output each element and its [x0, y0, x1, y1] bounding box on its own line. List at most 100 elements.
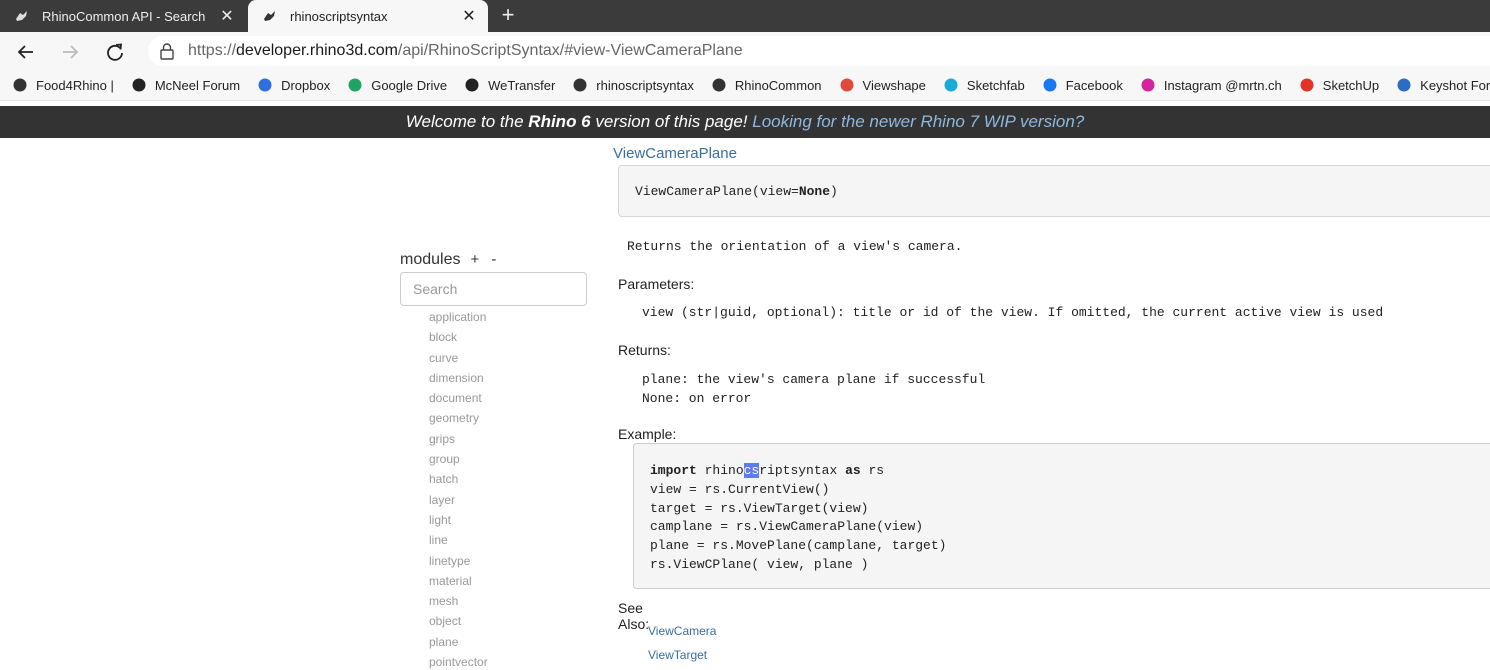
tab-title: rhinoscriptsyntax — [290, 8, 388, 24]
text-selection: cs — [743, 463, 760, 478]
code-line: target = rs.ViewTarget(view) — [650, 500, 869, 516]
code-keyword: as — [845, 463, 861, 478]
module-item[interactable]: object — [429, 613, 488, 633]
module-item[interactable]: layer — [429, 492, 488, 512]
module-item[interactable]: dimension — [429, 370, 488, 390]
instagram-icon — [1140, 77, 1156, 93]
module-item[interactable]: curve — [429, 350, 488, 370]
bookmark-item[interactable]: McNeel Forum — [131, 77, 240, 93]
bookmark-label: Dropbox — [281, 77, 331, 93]
code-line: import rhinocsriptsyntax as rs — [650, 462, 1490, 481]
function-title[interactable]: ViewCameraPlane — [613, 145, 737, 162]
see-also-link-viewcamera[interactable]: ViewCamera — [648, 624, 716, 638]
bookmark-item[interactable]: Food4Rhino | — [12, 77, 114, 93]
bookmark-label: rhinoscriptsyntax — [596, 77, 694, 93]
bookmark-item[interactable]: RhinoCommon — [711, 77, 822, 93]
bookmark-label: RhinoCommon — [734, 77, 822, 93]
back-button[interactable] — [13, 39, 39, 65]
tab-rhinoscriptsyntax[interactable]: rhinoscriptsyntax ✕ — [248, 0, 488, 32]
banner-version: Rhino 6 — [528, 112, 591, 131]
keyshot-icon — [1396, 77, 1412, 93]
code-text: riptsyntax — [759, 463, 846, 478]
code-keyword: import — [650, 463, 697, 478]
module-item[interactable]: line — [429, 532, 488, 552]
url-path: /api/RhinoScriptSyntax/#view-ViewCameraP… — [397, 42, 743, 59]
code-line: camplane = rs.ViewCameraPlane(view) — [650, 519, 924, 535]
rhino-icon — [14, 8, 30, 24]
module-list: application block curve dimension document ge… — [429, 309, 488, 670]
function-description: Returns the orientation of a view's came… — [627, 239, 963, 254]
code-line: view = rs.CurrentView() — [650, 481, 830, 497]
module-item[interactable]: linetype — [429, 553, 488, 573]
url-host: developer.rhino3d.com — [236, 42, 398, 59]
modules-title: modules — [400, 251, 461, 268]
bookmark-item[interactable]: Viewshape — [839, 77, 926, 93]
rhino-icon — [262, 8, 278, 24]
bookmark-item[interactable]: Keyshot Forum — [1396, 77, 1490, 93]
bookmark-label: Viewshape — [862, 77, 926, 93]
example-code-block[interactable]: import rhinocsriptsyntax as rs view = rs… — [633, 443, 1490, 589]
expand-collapse-toggle[interactable]: + - — [470, 251, 500, 268]
bookmark-label: Google Drive — [371, 77, 448, 93]
newer-version-link[interactable]: Looking for the newer Rhino 7 WIP versio… — [752, 112, 1084, 131]
back-arrow-icon — [17, 45, 33, 59]
returns-heading: Returns: — [618, 342, 671, 358]
dropbox-icon — [257, 77, 273, 93]
forward-button[interactable] — [57, 39, 83, 65]
bookmark-item[interactable]: Facebook — [1042, 77, 1123, 93]
return-item: plane: the view's camera plane if succes… — [642, 372, 986, 387]
module-item[interactable]: mesh — [429, 593, 488, 613]
module-item[interactable]: hatch — [429, 471, 488, 491]
rhino-icon — [572, 77, 588, 93]
wetransfer-icon — [464, 77, 480, 93]
bookmark-item[interactable]: SketchUp — [1299, 77, 1379, 93]
bookmark-item[interactable]: WeTransfer — [464, 77, 555, 93]
bookmark-label: Food4Rhino | — [36, 77, 114, 93]
see-also-heading: See Also: — [618, 600, 650, 632]
module-item[interactable]: block — [429, 329, 488, 349]
module-item[interactable]: grips — [429, 431, 488, 451]
forward-arrow-icon — [63, 45, 79, 59]
bookmark-item[interactable]: Instagram @mrtn.ch — [1140, 77, 1282, 93]
tab-rhinocommon-search[interactable]: RhinoCommon API - Search ✕ — [0, 0, 246, 32]
url-scheme: https:// — [188, 42, 237, 59]
bookmark-item[interactable]: Dropbox — [257, 77, 330, 93]
signature-suffix: ) — [830, 184, 838, 199]
module-item[interactable]: group — [429, 451, 488, 471]
module-item[interactable]: pointvector — [429, 654, 488, 670]
new-tab-button[interactable]: + — [496, 4, 520, 28]
close-icon[interactable]: ✕ — [460, 7, 478, 25]
address-bar[interactable]: https://developer.rhino3d.com/api/RhinoS… — [148, 36, 1490, 66]
google-drive-icon — [347, 77, 363, 93]
reload-button[interactable] — [102, 39, 128, 65]
rhino-icon — [711, 77, 727, 93]
mcneel-icon — [131, 77, 147, 93]
code-text: rhino — [696, 463, 744, 478]
module-item[interactable]: plane — [429, 634, 488, 654]
browser-toolbar: https://developer.rhino3d.com/api/RhinoS… — [0, 32, 1490, 70]
example-heading: Example: — [618, 426, 677, 442]
module-item[interactable]: light — [429, 512, 488, 532]
bookmark-item[interactable]: rhinoscriptsyntax — [572, 77, 694, 93]
code-text: rs — [860, 463, 885, 478]
module-item[interactable]: document — [429, 390, 488, 410]
bookmark-label: Instagram @mrtn.ch — [1163, 77, 1282, 93]
returns-list: plane: the view's camera plane if succes… — [642, 370, 985, 408]
bookmark-label: McNeel Forum — [154, 77, 241, 93]
signature-prefix: ViewCameraPlane(view= — [635, 184, 799, 199]
module-item[interactable]: application — [429, 309, 488, 329]
signature-box: ViewCameraPlane(view=None) — [618, 165, 1490, 217]
module-item[interactable]: geometry — [429, 410, 488, 430]
close-icon[interactable]: ✕ — [218, 7, 236, 25]
module-search-input[interactable] — [400, 272, 587, 306]
return-item: None: on error — [642, 391, 752, 406]
module-item[interactable]: material — [429, 573, 488, 593]
reload-icon — [107, 43, 123, 61]
bookmark-item[interactable]: Google Drive — [347, 77, 447, 93]
food4rhino-icon — [12, 77, 28, 93]
see-also-link-viewtarget[interactable]: ViewTarget — [648, 648, 707, 662]
bookmark-item[interactable]: Sketchfab — [943, 77, 1025, 93]
url-text: https://developer.rhino3d.com/api/RhinoS… — [188, 42, 743, 60]
bookmark-label: SketchUp — [1322, 77, 1380, 93]
sketchup-icon — [1299, 77, 1315, 93]
